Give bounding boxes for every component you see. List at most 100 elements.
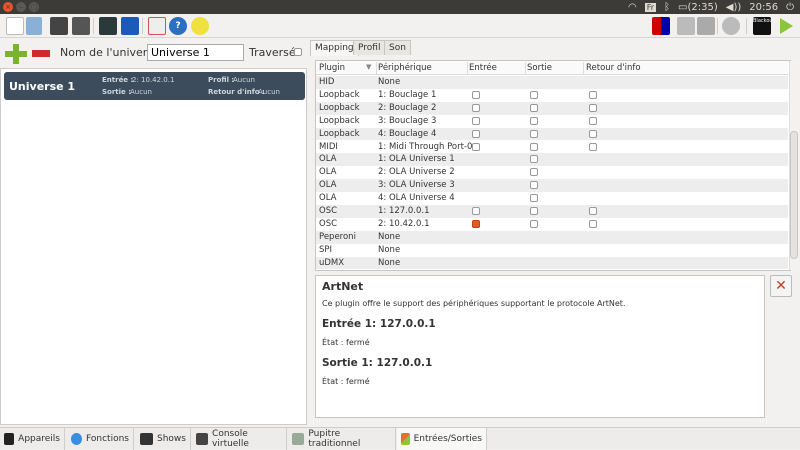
plugin-mapping-table: Plugin ▼ Périphérique Entrée Sortie Reto… <box>315 60 799 271</box>
output-checkbox[interactable] <box>530 116 538 125</box>
universe-name-input[interactable] <box>147 44 244 61</box>
output-checkbox[interactable] <box>530 90 538 99</box>
header-output[interactable]: Sortie <box>527 63 552 73</box>
input-checkbox[interactable] <box>472 90 480 99</box>
table-row[interactable]: Loopback 2: Bouclage 2 <box>316 101 788 115</box>
header-plugin[interactable]: Plugin <box>319 63 345 73</box>
feedback-checkbox[interactable] <box>589 207 597 215</box>
save-icon[interactable] <box>50 17 68 35</box>
add-universe-icon[interactable] <box>5 51 27 57</box>
minimize-window-button[interactable]: – <box>16 2 26 12</box>
table-row[interactable]: SPI None <box>316 244 788 257</box>
feedback-checkbox[interactable] <box>589 116 597 125</box>
configure-plugin-button[interactable]: ✕ <box>770 275 792 297</box>
tab-functions[interactable]: Fonctions <box>67 428 134 450</box>
device-cell: 2: 10.42.0.1 <box>378 218 430 229</box>
monitor-icon[interactable] <box>99 17 117 35</box>
input-checkbox[interactable] <box>472 129 480 138</box>
tab-profil[interactable]: Profil <box>353 40 386 55</box>
open-workspace-icon[interactable] <box>26 17 42 35</box>
wifi-icon[interactable]: ◠ <box>628 2 637 13</box>
sort-arrow-icon[interactable]: ▼ <box>366 63 371 71</box>
header-input[interactable]: Entrée <box>469 63 497 73</box>
tab-son[interactable]: Son <box>384 40 411 55</box>
save-as-icon[interactable] <box>72 17 90 35</box>
fullscreen-icon[interactable] <box>148 17 166 35</box>
edit-mode-icon[interactable] <box>697 17 715 35</box>
output-checkbox[interactable] <box>530 194 538 203</box>
input-checkbox[interactable] <box>472 207 480 215</box>
volume-icon[interactable]: ◀)) <box>726 2 742 13</box>
feedback-checkbox[interactable] <box>589 219 597 228</box>
tab-fixtures[interactable]: Appareils <box>0 428 65 450</box>
dmx-dump-icon[interactable] <box>652 17 670 35</box>
input-checkbox[interactable] <box>472 116 480 125</box>
tab-mapping[interactable]: Mapping <box>310 40 359 56</box>
live-edit-icon[interactable] <box>677 17 695 35</box>
plugin-cell: Loopback <box>319 89 360 100</box>
about-icon[interactable] <box>191 17 209 35</box>
device-cell: 3: Bouclage 3 <box>378 115 437 126</box>
output-label: Sortie : <box>102 88 132 96</box>
header-feedback[interactable]: Retour d'info <box>586 63 641 73</box>
table-row[interactable]: OLA 3: OLA Universe 3 <box>316 179 788 193</box>
tab-shows[interactable]: Shows <box>136 428 191 450</box>
table-row[interactable]: Loopback 1: Bouclage 1 <box>316 89 788 102</box>
remove-universe-button[interactable] <box>32 50 50 57</box>
universe-item[interactable]: Universe 1 Entrée : 2: 10.42.0.1 Sortie … <box>4 72 305 100</box>
new-workspace-icon[interactable] <box>6 17 24 35</box>
input-checkbox[interactable] <box>472 103 480 112</box>
feedback-checkbox[interactable] <box>589 103 597 112</box>
play-icon[interactable] <box>780 18 793 34</box>
power-icon[interactable]: ⏻ <box>786 2 794 13</box>
table-row[interactable]: MIDI 1: Midi Through Port-0 <box>316 141 788 154</box>
plugin-cell: HID <box>319 77 335 87</box>
plugin-info-panel: ArtNet Ce plugin offre le support des pé… <box>315 275 765 418</box>
tab-virtual-console[interactable]: Console virtuelle <box>192 428 287 450</box>
profile-value: Aucun <box>233 76 255 84</box>
device-cell: None <box>378 244 401 255</box>
table-row[interactable]: OSC 1: 127.0.0.1 <box>316 205 788 218</box>
tab-simple-desk[interactable]: Pupitre traditionnel <box>288 428 396 450</box>
input-checkbox[interactable] <box>472 219 480 228</box>
address-tool-icon[interactable] <box>121 17 139 35</box>
table-row[interactable]: Loopback 3: Bouclage 3 <box>316 115 788 128</box>
output-checkbox[interactable] <box>530 155 538 164</box>
table-row[interactable]: OLA 4: OLA Universe 4 <box>316 192 788 205</box>
keyboard-layout[interactable]: Fr <box>644 2 657 12</box>
stop-all-icon[interactable] <box>722 17 740 35</box>
desk-icon <box>292 433 305 445</box>
table-row[interactable]: OLA 1: OLA Universe 1 <box>316 153 788 167</box>
table-row[interactable]: Peperoni None <box>316 230 788 244</box>
maximize-window-button[interactable]: □ <box>29 2 39 12</box>
blackout-button[interactable]: Blackout <box>753 17 775 35</box>
table-row[interactable]: OLA 2: OLA Universe 2 <box>316 166 788 179</box>
output-checkbox[interactable] <box>530 103 538 112</box>
feedback-checkbox[interactable] <box>589 90 597 99</box>
plugin-cell: Loopback <box>319 102 360 113</box>
clock[interactable]: 20:56 <box>749 2 778 13</box>
header-device[interactable]: Périphérique <box>378 63 432 73</box>
output-checkbox[interactable] <box>530 181 538 190</box>
battery-indicator[interactable]: ▭(2:35) <box>678 2 718 13</box>
bluetooth-icon[interactable]: ᛒ <box>664 2 670 13</box>
output-checkbox[interactable] <box>530 129 538 138</box>
feedback-checkbox[interactable] <box>589 142 597 151</box>
output-checkbox[interactable] <box>530 142 538 151</box>
input-checkbox[interactable] <box>472 142 480 151</box>
tab-inputs-outputs[interactable]: Entrées/Sorties <box>397 428 487 450</box>
output-checkbox[interactable] <box>530 207 538 215</box>
output-checkbox[interactable] <box>530 219 538 228</box>
table-row[interactable]: HID None <box>316 76 788 89</box>
table-row[interactable]: Loopback 4: Bouclage 4 <box>316 127 788 141</box>
passthrough-checkbox[interactable] <box>294 48 302 56</box>
plugin-cell: OSC <box>319 218 338 229</box>
help-icon[interactable]: ? <box>169 17 187 35</box>
table-row[interactable]: OSC 2: 10.42.0.1 <box>316 218 788 231</box>
scrollbar-thumb[interactable] <box>790 131 798 259</box>
feedback-checkbox[interactable] <box>589 129 597 138</box>
output-checkbox[interactable] <box>530 168 538 177</box>
close-window-button[interactable]: × <box>3 2 13 12</box>
plugin-cell: uDMX <box>319 257 345 268</box>
table-row[interactable]: uDMX None <box>316 256 788 270</box>
